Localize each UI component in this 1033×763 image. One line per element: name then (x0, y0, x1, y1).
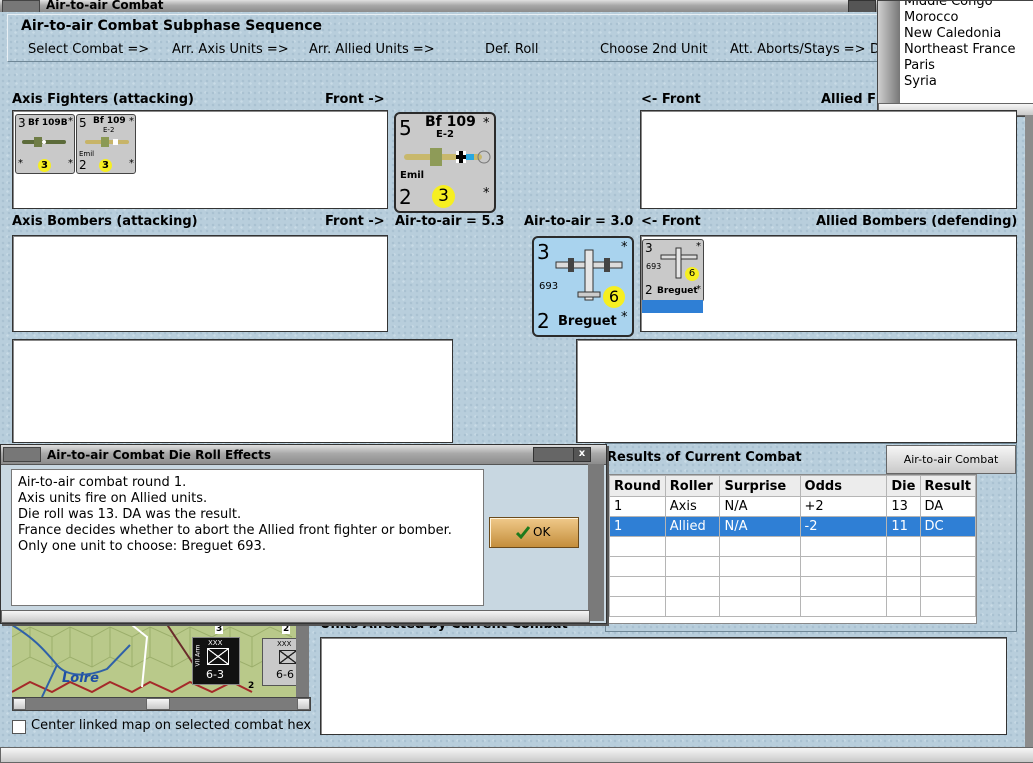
map-horizontal-scrollbar[interactable] (12, 697, 311, 711)
table-row-empty (609, 556, 976, 577)
ok-button[interactable]: OK (489, 517, 579, 548)
message-line: France decides whether to abort the Alli… (18, 523, 452, 538)
column-header[interactable]: Result (919, 475, 976, 497)
unit-counter[interactable]: 5 Bf 109 E-2 * Emil 2 3 * (76, 114, 136, 174)
front-arrow-label: Front -> (325, 214, 385, 229)
sequence-step: Choose 2nd Unit (600, 42, 708, 57)
dialog-title-bar: Air-to-air Combat Die Roll Effects x (1, 445, 606, 465)
table-row-empty (609, 536, 976, 557)
unit-counter[interactable]: 3 * 693 6 2 Breguet * (642, 239, 704, 302)
allied-front-bomber-counter[interactable]: 3 * 693 6 2 Breguet * (532, 236, 634, 337)
center-map-label: Center linked map on selected combat hex (31, 718, 312, 733)
column-header[interactable]: Round (609, 475, 666, 497)
front-arrow-label: <- Front (641, 92, 701, 107)
infantry-symbol-icon (207, 648, 229, 665)
axis-fighters-label: Axis Fighters (attacking) (12, 92, 194, 107)
message-line: Axis units fire on Allied units. (18, 491, 208, 506)
axis-bombers-label: Axis Bombers (attacking) (12, 214, 198, 229)
axis-notes-box (12, 339, 453, 443)
allied-fighters-box[interactable] (640, 110, 1017, 209)
units-affected-box (320, 637, 1007, 735)
right-scrollbar[interactable] (1025, 115, 1033, 747)
results-table[interactable]: Round Roller Surprise Odds Die Result 1 … (609, 475, 976, 617)
main-window-title: Air-to-air Combat (46, 0, 164, 12)
results-table-wrap: Round Roller Surprise Odds Die Result 1 … (608, 474, 977, 624)
sequence-step: Arr. Axis Units => (172, 42, 289, 57)
infantry-symbol-icon (279, 650, 297, 664)
scroll-thumb[interactable] (146, 698, 170, 710)
location-list[interactable]: Middle Congo Morocco New Caledonia North… (900, 1, 1033, 103)
center-map-checkbox[interactable] (12, 720, 26, 734)
list-item[interactable]: Paris (900, 58, 1033, 74)
fighter-plane-icon (85, 137, 129, 147)
front-arrow-label: <- Front (641, 214, 701, 229)
results-title: Results of Current Combat (607, 450, 802, 465)
close-icon[interactable]: x (573, 447, 591, 462)
sequence-step: Att. Aborts/Stays => (730, 42, 866, 57)
sequence-title: Air-to-air Combat Subphase Sequence (21, 18, 323, 34)
table-row-empty (609, 576, 976, 597)
front-arrow-label: Front -> (325, 92, 385, 107)
unit-counter[interactable]: 3 Bf 109B * * 3 * (15, 114, 75, 174)
column-header[interactable]: Odds (799, 475, 888, 497)
combat-map[interactable]: Loire XXX VII Arm 6-3 3 XXX 6-6 2 2 (12, 617, 309, 697)
list-item[interactable]: Morocco (900, 10, 1033, 26)
table-row-empty (609, 596, 976, 617)
allied-air-to-air-value: Air-to-air = 3.0 (524, 214, 634, 229)
allied-notes-box (576, 339, 1017, 443)
fighter-plane-icon (404, 148, 491, 166)
resize-grip-icon[interactable] (1, 610, 590, 623)
column-header[interactable]: Die (886, 475, 921, 497)
sequence-step: Def. Roll (485, 42, 539, 57)
message-line: Die roll was 13. DA was the result. (18, 507, 242, 522)
list-item[interactable]: Northeast France (900, 42, 1033, 58)
sequence-step: Select Combat => (28, 42, 150, 57)
scroll-right-arrow-icon[interactable] (297, 698, 310, 710)
table-header-row: Round Roller Surprise Odds Die Result (609, 475, 976, 497)
window-menu-icon[interactable] (3, 447, 41, 462)
axis-front-fighter-counter[interactable]: 5 Bf 109 E-2 * Emil 2 3 * (394, 112, 496, 213)
axis-air-to-air-value: Air-to-air = 5.3 (395, 214, 505, 229)
dialog-message-box: Air-to-air combat round 1. Axis units fi… (11, 469, 484, 606)
column-header[interactable]: Surprise (719, 475, 801, 497)
dialog-title: Air-to-air Combat Die Roll Effects (47, 448, 272, 462)
dialog-scrollbar[interactable] (588, 464, 604, 621)
table-row[interactable]: 1 Axis N/A +2 13 DA (609, 496, 976, 517)
allied-bombers-label: Allied Bombers (defending) (816, 214, 1018, 229)
sequence-step: Arr. Allied Units => (309, 42, 435, 57)
allied-fighters-label: Allied F (821, 92, 876, 107)
message-line: Only one unit to choose: Breguet 693. (18, 539, 266, 554)
selection-bar (642, 300, 703, 313)
hex-number: 2 (282, 624, 291, 634)
hex-number: 3 (215, 624, 224, 634)
list-item[interactable]: Middle Congo (900, 1, 1033, 10)
column-header[interactable]: Roller (664, 475, 721, 497)
table-row-selected[interactable]: 1 Allied N/A -2 11 DC (609, 516, 976, 537)
checkmark-icon (516, 526, 530, 539)
axis-bombers-box[interactable] (12, 235, 388, 332)
list-item[interactable]: New Caledonia (900, 26, 1033, 42)
die-roll-dialog: Air-to-air Combat Die Roll Effects x Air… (0, 444, 607, 624)
map-vertical-scrollbar[interactable] (296, 617, 309, 697)
river-label: Loire (62, 671, 99, 686)
scroll-left-arrow-icon[interactable] (13, 698, 26, 710)
list-item[interactable]: Syria (900, 74, 1033, 90)
fighter-plane-icon (22, 137, 66, 147)
minimize-icon[interactable] (533, 447, 575, 462)
air-to-air-chart-button[interactable]: Air-to-air Combat Chart (886, 445, 1016, 493)
map-unit-counter[interactable]: XXX VII Arm 6-3 (192, 637, 240, 685)
location-list-window: Middle Congo Morocco New Caledonia North… (877, 0, 1033, 117)
hex-number: 2 (248, 681, 255, 691)
message-line: Air-to-air combat round 1. (18, 475, 187, 490)
